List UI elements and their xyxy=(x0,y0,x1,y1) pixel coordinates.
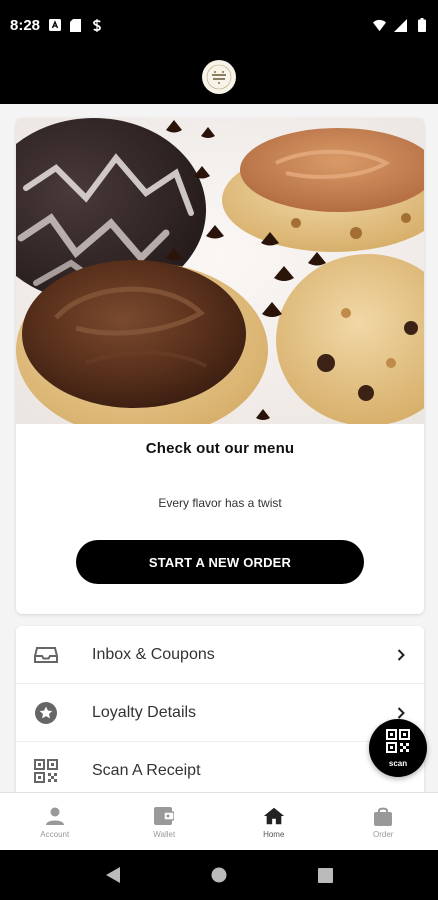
nav-account[interactable]: Account xyxy=(0,793,110,850)
account-menu-list: Inbox & Coupons Loyalty Details Scan A R… xyxy=(16,626,424,792)
home-icon xyxy=(263,805,285,827)
shopping-bag-icon xyxy=(372,805,394,827)
chevron-right-icon xyxy=(394,706,408,720)
nav-label: Wallet xyxy=(153,829,176,839)
wallet-icon xyxy=(153,805,175,827)
star-badge-icon xyxy=(32,699,60,727)
sd-card-icon xyxy=(69,18,82,32)
signal-icon xyxy=(394,18,407,32)
s-cycle-icon xyxy=(90,18,103,32)
qr-code-icon xyxy=(32,757,60,785)
status-bar: 8:28 xyxy=(0,0,438,50)
menu-item-label: Inbox & Coupons xyxy=(92,645,215,663)
bottom-nav: Account Wallet Home Order xyxy=(0,792,438,850)
start-new-order-button[interactable]: START A NEW ORDER xyxy=(76,540,364,584)
app-bar xyxy=(0,50,438,104)
nav-label: Home xyxy=(263,829,285,839)
menu-item-label: Loyalty Details xyxy=(92,703,197,721)
recents-square-icon[interactable] xyxy=(315,865,335,885)
back-icon[interactable] xyxy=(103,865,123,885)
card-title: Check out our menu xyxy=(145,440,295,457)
qr-code-icon xyxy=(386,728,410,758)
home-circle-icon[interactable] xyxy=(209,865,229,885)
scan-fab-button[interactable]: scan xyxy=(369,719,427,777)
home-scroll-content[interactable]: Check out our menu Every flavor has a tw… xyxy=(0,104,438,792)
a-box-icon xyxy=(48,19,61,32)
menu-item-label: Scan A Receipt xyxy=(92,762,201,779)
nav-order[interactable]: Order xyxy=(329,793,438,850)
card-subtitle: Every flavor has a twist xyxy=(158,496,282,510)
nav-label: Account xyxy=(40,829,70,839)
menu-item-inbox-coupons[interactable]: Inbox & Coupons xyxy=(16,626,424,684)
menu-hero-card: Check out our menu Every flavor has a tw… xyxy=(16,118,424,614)
menu-item-scan-receipt[interactable]: Scan A Receipt xyxy=(16,742,424,792)
nav-wallet[interactable]: Wallet xyxy=(110,793,220,850)
wifi-icon xyxy=(373,19,386,32)
status-time: 8:28 xyxy=(10,16,41,34)
scan-fab-label: scan xyxy=(388,758,408,768)
battery-icon xyxy=(415,18,428,32)
person-icon xyxy=(44,805,66,827)
chevron-right-icon xyxy=(394,648,408,662)
inbox-icon xyxy=(32,641,60,669)
crumbl-logo-icon xyxy=(202,60,236,94)
nav-label: Order xyxy=(373,829,394,839)
cookies-photo xyxy=(16,118,424,424)
system-nav-bar xyxy=(0,850,438,900)
nav-home[interactable]: Home xyxy=(219,793,329,850)
menu-item-loyalty-details[interactable]: Loyalty Details xyxy=(16,684,424,742)
